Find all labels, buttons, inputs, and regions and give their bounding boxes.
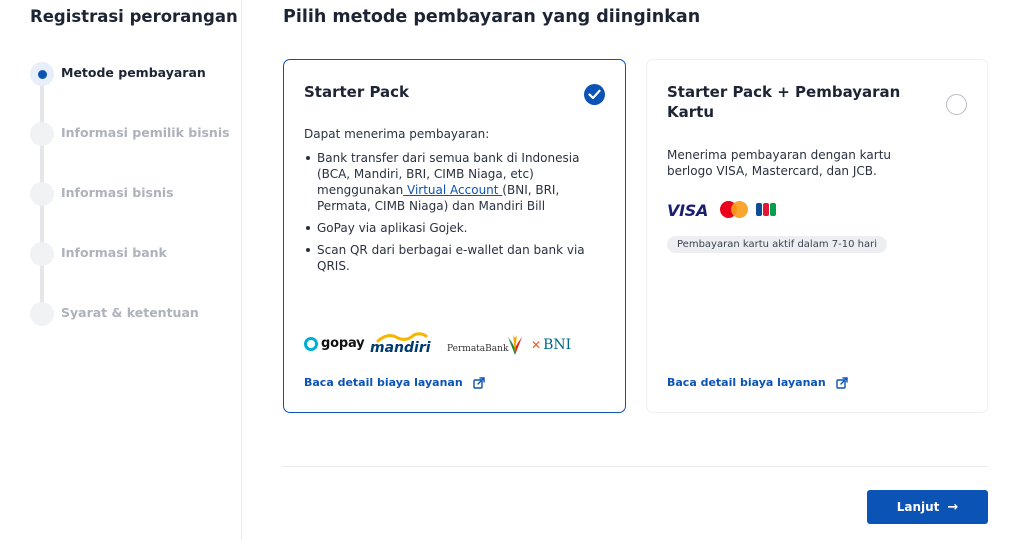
step-informasi-bank[interactable]: Informasi bank <box>30 242 242 266</box>
sidebar: Registrasi perorangan Metode pembayaran … <box>0 0 242 540</box>
step-metode-pembayaran[interactable]: Metode pembayaran <box>30 62 242 86</box>
feature-item: Bank transfer dari semua bank di Indones… <box>304 150 594 214</box>
bni-logo: ✕ BNI <box>531 337 571 353</box>
step-active-dot-icon <box>30 62 54 86</box>
permata-logo-text: PermataBank <box>447 344 509 354</box>
footer-divider <box>283 466 988 467</box>
mandiri-logo-text: mandiri <box>370 340 431 356</box>
option-description: Dapat menerima pembayaran: <box>304 127 490 141</box>
mandiri-logo: mandiri <box>370 332 431 358</box>
step-syarat-ketentuan[interactable]: Syarat & ketentuan <box>30 302 242 326</box>
feature-item: Scan QR dari berbagai e-wallet dan bank … <box>304 242 594 274</box>
fee-detail-label: Baca detail biaya layanan <box>304 376 463 389</box>
gopay-logo: gopay <box>304 336 365 351</box>
option-title: Starter Pack <box>304 83 410 101</box>
next-button[interactable]: Lanjut → <box>867 490 988 524</box>
radio-unselected-icon[interactable] <box>946 94 967 115</box>
check-selected-icon[interactable] <box>584 84 605 105</box>
sidebar-title: Registrasi perorangan <box>30 7 238 26</box>
step-dot-icon <box>30 242 54 266</box>
option-card-starter-pack[interactable]: Starter Pack Dapat menerima pembayaran: … <box>283 59 626 413</box>
permata-leaf-icon <box>508 335 522 355</box>
step-dot-icon <box>30 182 54 206</box>
bni-logo-text: BNI <box>543 337 572 353</box>
feature-item: GoPay via aplikasi Gojek. <box>304 220 594 236</box>
jcb-logo <box>756 203 776 216</box>
visa-logo: VISA <box>667 201 709 220</box>
permata-logo: PermataBank <box>447 334 523 358</box>
mastercard-logo <box>720 201 748 218</box>
feature-list: Bank transfer dari semua bank di Indones… <box>304 150 594 280</box>
fee-detail-label: Baca detail biaya layanan <box>667 376 826 389</box>
option-title: Starter Pack + Pembayaran Kartu <box>667 83 901 121</box>
step-label: Informasi bisnis <box>61 185 174 200</box>
step-label: Metode pembayaran <box>61 65 206 80</box>
arrow-right-icon: → <box>947 499 959 515</box>
page-title: Pilih metode pembayaran yang diinginkan <box>283 7 701 27</box>
step-informasi-bisnis[interactable]: Informasi bisnis <box>30 182 242 206</box>
virtual-account-link[interactable]: Virtual Account <box>403 183 502 197</box>
step-label: Informasi bank <box>61 245 167 260</box>
next-button-label: Lanjut <box>896 500 940 514</box>
step-informasi-pemilik-bisnis[interactable]: Informasi pemilik bisnis <box>30 122 242 146</box>
fee-detail-link[interactable]: Baca detail biaya layanan <box>667 376 848 389</box>
gopay-logo-text: gopay <box>321 336 365 351</box>
external-link-icon <box>472 376 485 389</box>
step-label: Informasi pemilik bisnis <box>61 125 230 140</box>
gopay-ring-icon <box>304 336 318 351</box>
step-dot-icon <box>30 302 54 326</box>
payment-logos: gopay mandiri PermataBank ✕ BNI <box>304 332 604 358</box>
external-link-icon <box>835 376 848 389</box>
card-network-logos: VISA <box>667 200 867 220</box>
bni-mark-icon: ✕ <box>531 338 542 352</box>
step-dot-icon <box>30 122 54 146</box>
activation-badge: Pembayaran kartu aktif dalam 7-10 hari <box>667 236 887 253</box>
fee-detail-link[interactable]: Baca detail biaya layanan <box>304 376 485 389</box>
step-label: Syarat & ketentuan <box>61 305 199 320</box>
option-card-starter-pack-card[interactable]: Starter Pack + Pembayaran Kartu Menerima… <box>646 59 988 413</box>
option-description: Menerima pembayaran dengan kartu berlogo… <box>667 148 892 178</box>
